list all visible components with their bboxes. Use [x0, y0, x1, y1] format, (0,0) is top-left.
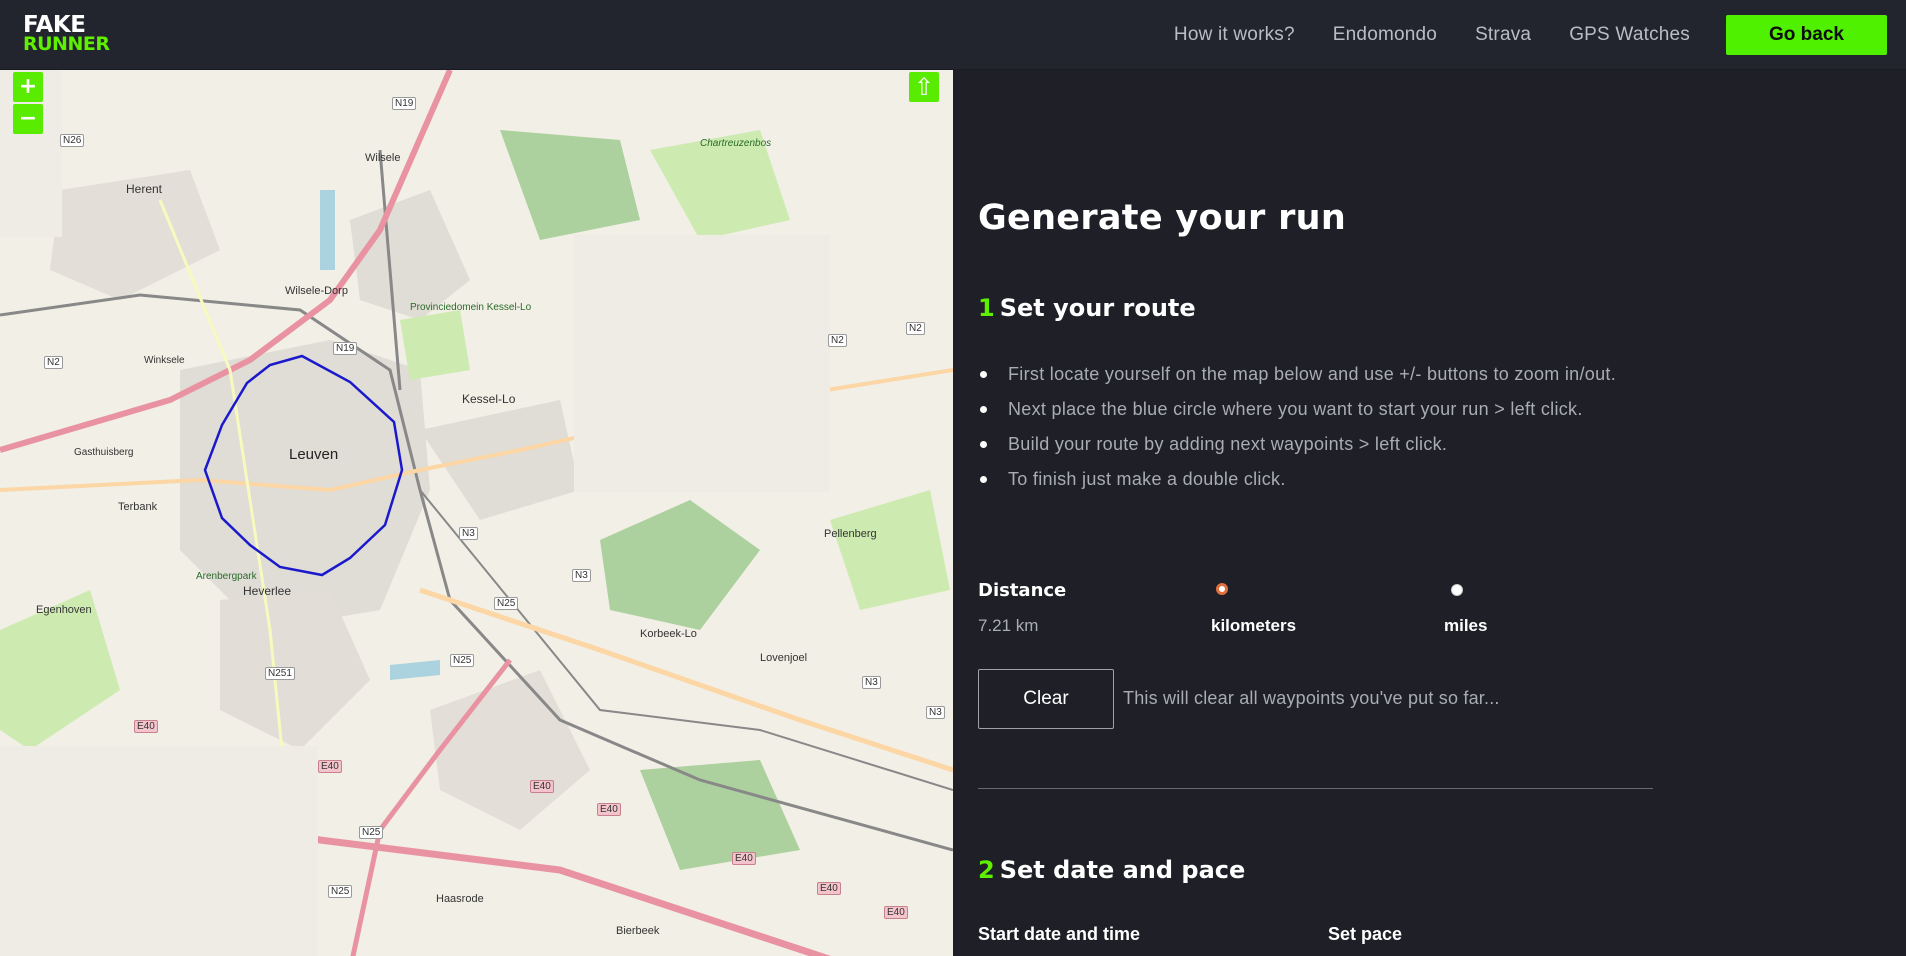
instruction-item: First locate yourself on the map below a…	[978, 357, 1658, 392]
map-label-kessel-lo: Kessel-Lo	[462, 392, 516, 406]
map-label-korbeek-lo: Korbeek-Lo	[640, 628, 697, 640]
map-label-wilsele-dorp: Wilsele-Dorp	[285, 285, 348, 297]
map-label-leuven: Leuven	[289, 446, 339, 463]
map-label-heverlee: Heverlee	[243, 584, 292, 598]
distance-label: Distance	[978, 580, 1067, 601]
road-label-n25c: N25	[359, 826, 384, 839]
arrow-up-icon[interactable]: ⇧	[909, 72, 939, 102]
map-label-gasthuisberg: Gasthuisberg	[74, 447, 134, 458]
logo-line2: RUNNER	[23, 33, 110, 55]
road-label-n3b: N3	[572, 569, 591, 582]
route-instructions: First locate yourself on the map below a…	[978, 357, 1658, 497]
road-label-n2c: N2	[906, 322, 925, 335]
route-map[interactable]: Leuven Herent Wilsele Wilsele-Dorp Kesse…	[0, 70, 953, 956]
road-label-n25: N25	[494, 597, 519, 610]
map-label-herent: Herent	[126, 182, 163, 196]
logo[interactable]: FAKE RUNNER	[23, 14, 110, 55]
road-label-e40: E40	[134, 720, 158, 733]
instruction-item: To finish just make a double click.	[978, 462, 1658, 497]
generator-panel: Generate your run 1 Set your route First …	[978, 70, 1906, 956]
nav-how-it-works[interactable]: How it works?	[1174, 24, 1295, 46]
road-label-n3: N3	[459, 527, 478, 540]
clear-note: This will clear all waypoints you've put…	[1123, 688, 1500, 708]
road-label-n19: N19	[392, 97, 417, 110]
map-label-pellenberg: Pellenberg	[824, 528, 877, 540]
map-label-egenhoven: Egenhoven	[36, 604, 92, 616]
road-label-n25d: N25	[328, 885, 353, 898]
road-label-e40d: E40	[597, 803, 621, 816]
step2-number: 2	[978, 856, 995, 884]
road-label-n3d: N3	[926, 706, 945, 719]
map-tiles	[0, 70, 953, 956]
step1-number: 1	[978, 294, 995, 322]
zoom-in-button[interactable]: +	[13, 72, 43, 102]
step2-heading: 2 Set date and pace	[978, 856, 1245, 884]
map-label-bierbeek: Bierbeek	[616, 925, 660, 937]
nav-menu: How it works? Endomondo Strava GPS Watch…	[1174, 0, 1906, 70]
map-label-lovenjoel: Lovenjoel	[760, 652, 808, 664]
go-back-button[interactable]: Go back	[1726, 15, 1887, 55]
zoom-control: + −	[13, 72, 43, 136]
instruction-item: Next place the blue circle where you wan…	[978, 392, 1658, 427]
section-divider	[978, 788, 1653, 789]
map-label-chartreuzenbos: Chartreuzenbos	[700, 138, 772, 149]
road-label-n19b: N19	[333, 342, 358, 355]
road-label-e40f: E40	[817, 882, 841, 895]
pace-label: Set pace	[1328, 924, 1403, 944]
nav-strava[interactable]: Strava	[1475, 24, 1531, 46]
distance-value: 7.21 km	[978, 616, 1039, 635]
map-label-winksele: Winksele	[144, 355, 185, 366]
top-navbar: FAKE RUNNER How it works? Endomondo Stra…	[0, 0, 1906, 70]
nav-endomondo[interactable]: Endomondo	[1333, 24, 1437, 46]
map-label-wilsele: Wilsele	[365, 152, 401, 164]
road-label-n2b: N2	[828, 334, 847, 347]
radio-miles[interactable]	[1451, 584, 1463, 596]
road-label-n26: N26	[60, 134, 85, 147]
step2-title: Set date and pace	[999, 856, 1246, 884]
road-label-n2: N2	[44, 356, 63, 369]
map-label-provinciedomein: Provinciedomein Kessel-Lo	[410, 302, 532, 313]
start-date-label: Start date and time	[978, 924, 1141, 944]
kilometers-label[interactable]: kilometers	[1211, 616, 1296, 636]
map-label-terbank: Terbank	[118, 501, 158, 513]
road-label-n3c: N3	[862, 676, 881, 689]
instruction-item: Build your route by adding next waypoint…	[978, 427, 1658, 462]
step1-title: Set your route	[999, 294, 1196, 322]
clear-button[interactable]: Clear	[978, 669, 1114, 729]
radio-kilometers[interactable]	[1216, 583, 1228, 595]
miles-label[interactable]: miles	[1444, 616, 1487, 636]
map-label-arenbergpark: Arenbergpark	[196, 571, 257, 582]
road-label-e40c: E40	[530, 780, 554, 793]
step1-heading: 1 Set your route	[978, 294, 1196, 322]
page-title: Generate your run	[978, 198, 1347, 238]
zoom-out-button[interactable]: −	[13, 104, 43, 134]
nav-gps-watches[interactable]: GPS Watches	[1569, 24, 1690, 46]
road-label-e40b: E40	[318, 760, 342, 773]
map-label-haasrode: Haasrode	[436, 893, 484, 905]
road-label-e40e: E40	[732, 852, 756, 865]
road-label-n251: N251	[265, 667, 295, 680]
road-label-e40g: E40	[884, 906, 908, 919]
road-label-n25b: N25	[450, 654, 475, 667]
